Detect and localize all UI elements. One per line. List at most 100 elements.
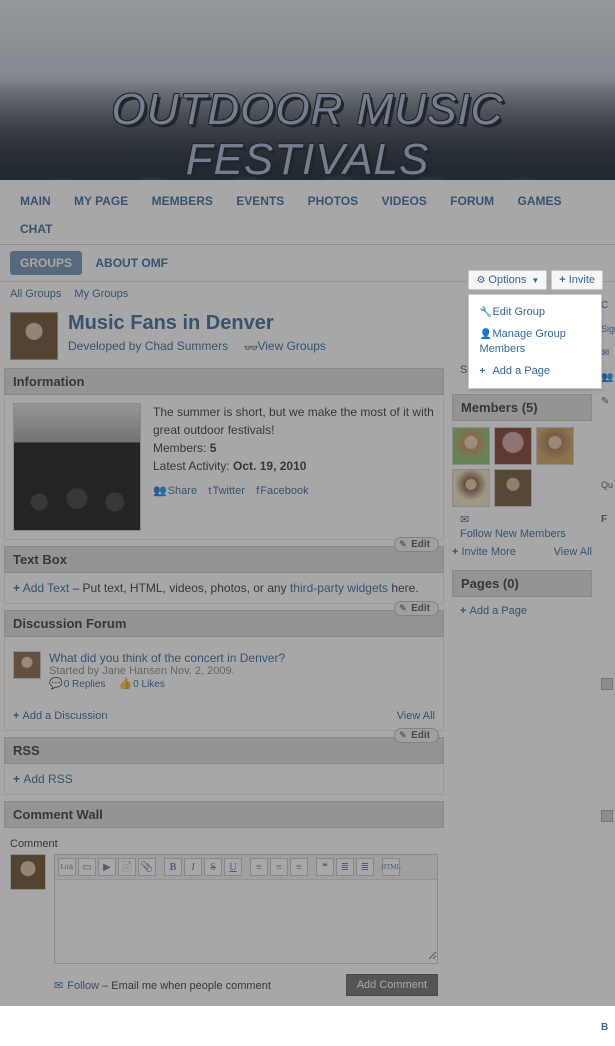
tb-quote-button[interactable]: ❝ <box>316 858 334 876</box>
tb-html-button[interactable]: HTML <box>382 858 400 876</box>
group-image[interactable] <box>13 403 141 531</box>
add-rss-link[interactable]: + Add RSS <box>13 772 73 786</box>
comment-author-avatar[interactable] <box>10 854 46 890</box>
share-icon: 👥 <box>153 485 167 497</box>
activity-date: Oct. 19, 2010 <box>233 459 306 473</box>
add-comment-button[interactable]: Add Comment <box>346 974 438 996</box>
plus-icon: + <box>479 365 489 378</box>
group-title: Music Fans in Denver <box>68 312 326 335</box>
members-grid <box>452 421 592 513</box>
member-avatar[interactable] <box>494 427 532 465</box>
comment-textarea[interactable] <box>55 880 437 960</box>
discussion-replies-link[interactable]: 💬0 Replies <box>49 679 105 690</box>
edge-box <box>601 678 613 690</box>
tb-underline-button[interactable]: U <box>224 858 242 876</box>
edge-f: F <box>601 514 615 538</box>
forum-header-label: Discussion Forum <box>13 616 126 631</box>
options-button[interactable]: ⚙Options▼ <box>468 270 547 290</box>
tb-ul-button[interactable]: ≣ <box>356 858 374 876</box>
forum-edit-button[interactable]: Edit <box>394 601 439 616</box>
group-by-link[interactable]: Chad Summers <box>145 339 228 353</box>
envelope-icon: ✉ <box>460 514 469 526</box>
link-my-groups[interactable]: My Groups <box>74 288 128 300</box>
edge-sign: Sign <box>601 324 615 348</box>
tb-italic-button[interactable]: I <box>184 858 202 876</box>
add-rss-label: Add RSS <box>23 772 72 786</box>
members-view-all-link[interactable]: View All <box>554 546 592 558</box>
discussion-likes-link[interactable]: 👍0 Likes <box>118 679 164 690</box>
tb-strike-button[interactable]: S <box>204 858 222 876</box>
invite-button[interactable]: +Invite <box>551 270 603 290</box>
third-party-link[interactable]: third-party widgets <box>290 581 388 595</box>
textbox-instr-end: here. <box>388 581 419 595</box>
member-avatar[interactable] <box>452 427 490 465</box>
nav-members[interactable]: MEMBERS <box>142 188 223 216</box>
invite-more-link[interactable]: + Invite More <box>452 546 516 558</box>
facebook-link[interactable]: fFacebook <box>256 485 308 497</box>
group-header: Music Fans in Denver Developed by Chad S… <box>4 306 444 368</box>
tb-ol-button[interactable]: ≣ <box>336 858 354 876</box>
textbox-header: Text Box Edit <box>4 546 444 573</box>
nav-main[interactable]: MAIN <box>10 188 61 216</box>
textbox-body: + Add Text – Put text, HTML, videos, pho… <box>4 573 444 604</box>
caret-down-icon: ▼ <box>531 276 539 285</box>
right-edge-peek: C Sign ✉ 👥 ✎ Qu F B <box>601 300 615 1046</box>
follow-comments-link[interactable]: Follow <box>67 980 99 992</box>
member-avatar[interactable] <box>494 469 532 507</box>
comment-editor: Link ▭ ▶ 📄 📎 B I S U ≡ ≡ ≡ <box>54 854 438 964</box>
tb-image-button[interactable]: ▭ <box>78 858 96 876</box>
nav-events[interactable]: EVENTS <box>226 188 294 216</box>
tb-align-left-button[interactable]: ≡ <box>250 858 268 876</box>
tb-link-button[interactable]: Link <box>58 858 76 876</box>
tb-video-button[interactable]: ▶ <box>98 858 116 876</box>
add-text-link[interactable]: Add Text <box>23 581 69 595</box>
share-link[interactable]: 👥Share <box>153 485 197 497</box>
discussion-author-avatar[interactable] <box>13 651 41 679</box>
nav-my-page[interactable]: MY PAGE <box>64 188 138 216</box>
discussion-started-by: Started by Jane Hansen Nov. 2, 2009. <box>49 665 285 677</box>
likes-label: 0 Likes <box>133 679 165 690</box>
dropdown-add-page[interactable]: +Add a Page <box>479 360 591 382</box>
nav-forum[interactable]: FORUM <box>440 188 504 216</box>
add-discussion-link[interactable]: + Add a Discussion <box>13 710 107 722</box>
subnav-about[interactable]: ABOUT OMF <box>85 251 178 275</box>
rss-header: RSS Edit <box>4 737 444 764</box>
member-avatar[interactable] <box>452 469 490 507</box>
edge-letter: ✎ <box>601 396 615 420</box>
nav-videos[interactable]: VIDEOS <box>371 188 436 216</box>
add-page-link[interactable]: + Add a Page <box>460 603 592 619</box>
nav-games[interactable]: GAMES <box>508 188 572 216</box>
tb-attach-button[interactable]: 📎 <box>138 858 156 876</box>
link-all-groups[interactable]: All Groups <box>10 288 61 300</box>
member-avatar[interactable] <box>536 427 574 465</box>
nav-chat[interactable]: CHAT <box>10 216 62 244</box>
tb-bold-button[interactable]: B <box>164 858 182 876</box>
dropdown-manage-members[interactable]: 👤Manage Group Members <box>479 323 591 360</box>
twitter-icon: t <box>208 485 211 497</box>
forum-view-all-link[interactable]: View All <box>397 710 435 722</box>
edge-letter: 👥 <box>601 372 615 396</box>
main-nav: MAIN MY PAGE MEMBERS EVENTS PHOTOS VIDEO… <box>0 180 615 245</box>
subnav-groups[interactable]: GROUPS <box>10 251 82 275</box>
tb-align-center-button[interactable]: ≡ <box>270 858 288 876</box>
info-header: Information <box>4 368 444 395</box>
members-count: 5 <box>210 441 217 455</box>
tb-file-button[interactable]: 📄 <box>118 858 136 876</box>
add-discussion-label: Add a Discussion <box>22 710 107 722</box>
options-dropdown: 🔧Edit Group 👤Manage Group Members +Add a… <box>468 294 602 389</box>
group-owner-avatar[interactable] <box>10 312 58 360</box>
follow-new-members-link[interactable]: Follow New Members <box>460 526 592 542</box>
edge-letter: C <box>601 300 615 324</box>
view-groups-link[interactable]: 👓View Groups <box>243 339 325 353</box>
nav-photos[interactable]: PHOTOS <box>298 188 368 216</box>
twitter-link[interactable]: tTwitter <box>208 485 244 497</box>
site-banner: OUTDOOR MUSIC FESTIVALS <box>0 0 615 180</box>
rss-edit-button[interactable]: Edit <box>394 728 439 743</box>
textbox-edit-button[interactable]: Edit <box>394 537 439 552</box>
edge-letter: ✉ <box>601 348 615 372</box>
wrench-icon: 🔧 <box>479 306 489 319</box>
dropdown-edit-group[interactable]: 🔧Edit Group <box>479 301 591 323</box>
discussion-topic-link[interactable]: What did you think of the concert in Den… <box>49 651 285 665</box>
tb-align-right-button[interactable]: ≡ <box>290 858 308 876</box>
pages-header: Pages (0) <box>452 570 592 597</box>
